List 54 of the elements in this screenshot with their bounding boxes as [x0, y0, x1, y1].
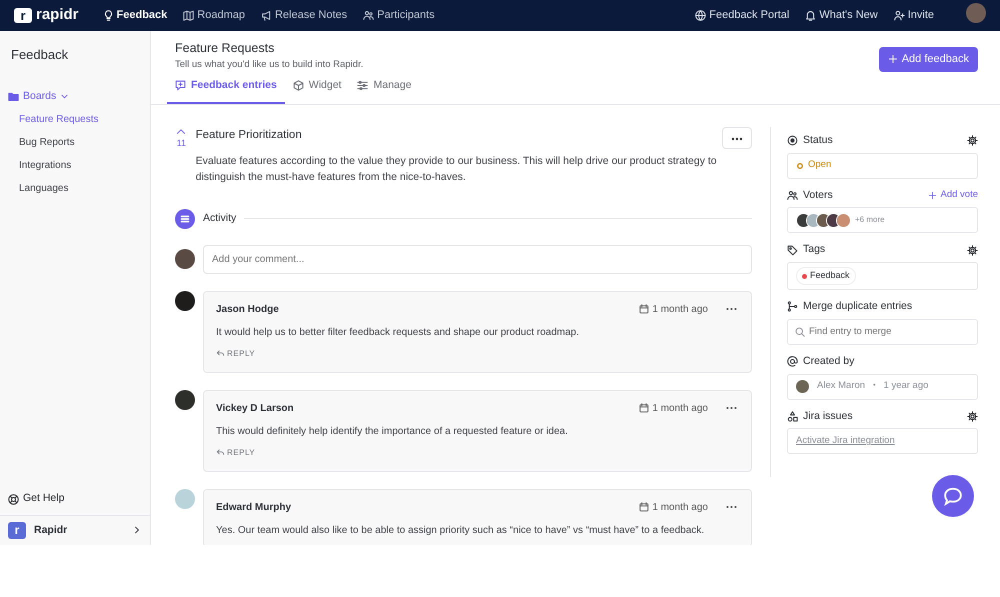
- nav-link[interactable]: Feedback: [102, 7, 168, 24]
- comment-field[interactable]: Add your comment...: [203, 244, 752, 274]
- add-feedback-button[interactable]: Add feedback: [878, 47, 978, 72]
- board-link[interactable]: Feature Requests: [0, 108, 150, 132]
- tab[interactable]: Widget: [284, 72, 350, 104]
- board-link[interactable]: Bug Reports: [0, 131, 150, 154]
- creator-name: Alex Maron: [817, 379, 866, 394]
- tag-chip: Feedback: [796, 267, 856, 285]
- boards-toggle[interactable]: Boards: [8, 88, 70, 104]
- get-help-link[interactable]: Get Help: [0, 491, 150, 515]
- comment-time: 1 month ago: [652, 500, 708, 515]
- comment-author: Edward Murphy: [216, 500, 292, 515]
- activity-label: Activity: [203, 210, 236, 226]
- field-label: Created by: [803, 354, 854, 369]
- field-label: Tags: [803, 242, 826, 258]
- post-title: Feature Prioritization: [196, 128, 302, 143]
- field-label: Merge duplicate entries: [803, 299, 912, 314]
- tags-field[interactable]: Feedback: [787, 262, 978, 290]
- reply-button[interactable]: REPLY: [216, 446, 256, 459]
- nav-link[interactable]: Release Notes: [260, 7, 348, 24]
- comment-text: Yes. Our team would also like to be able to assign priority such as “nice to have” vs “must have” to a feedback.: [216, 524, 706, 538]
- reply-button[interactable]: REPLY: [216, 348, 256, 360]
- logo-text: rapidr: [36, 5, 79, 26]
- merge-search-field[interactable]: Find entry to merge: [787, 318, 978, 345]
- nav-link[interactable]: Roadmap: [183, 7, 245, 24]
- comment-time: 1 month ago: [652, 302, 708, 317]
- comment-author: Jason Hodge: [216, 302, 279, 317]
- comment-author: Vickey D Larson: [216, 402, 294, 416]
- status-value: Open: [808, 158, 832, 172]
- field-label: Status: [803, 132, 833, 148]
- nav-link[interactable]: Participants: [363, 7, 435, 24]
- comment-text: This would definitely help identify the importance of a requested feature or idea.: [216, 424, 569, 439]
- nav-link[interactable]: What's New: [805, 7, 878, 24]
- post-description: Evaluate features according to the value they provide to our business. This will help drive our product strategy to distinguish the must-have features from the nice-to-haves.: [196, 154, 718, 185]
- nav-link[interactable]: Invite: [894, 7, 934, 24]
- field-label: Jira issues: [803, 408, 853, 424]
- comment-time: 1 month ago: [652, 402, 708, 416]
- add-vote-button[interactable]: Add vote: [928, 188, 978, 202]
- board-link[interactable]: Integrations: [0, 154, 150, 178]
- logo-mark: r: [14, 8, 32, 23]
- more-voters-count: +6 more: [855, 214, 885, 226]
- created-time: 1 year ago: [884, 379, 928, 394]
- upvote-button[interactable]: 11: [175, 126, 188, 185]
- comment-text: It would help us to better filter feedback requests and shape our product roadmap.: [216, 326, 580, 340]
- sidebar-title: Feedback: [10, 46, 70, 64]
- workspace-name: Rapidr: [34, 522, 68, 538]
- field-label: Voters: [803, 188, 833, 202]
- workspace-logo: r: [8, 522, 26, 539]
- tab[interactable]: Manage: [349, 72, 420, 104]
- page-subtitle: Tell us what you'd like us to build into Rapidr.: [175, 58, 364, 72]
- nav-link[interactable]: Feedback Portal: [695, 7, 790, 24]
- board-link[interactable]: Languages: [0, 177, 150, 200]
- page-title: Feature Requests: [175, 40, 276, 57]
- tab[interactable]: Feedback entries: [167, 72, 285, 104]
